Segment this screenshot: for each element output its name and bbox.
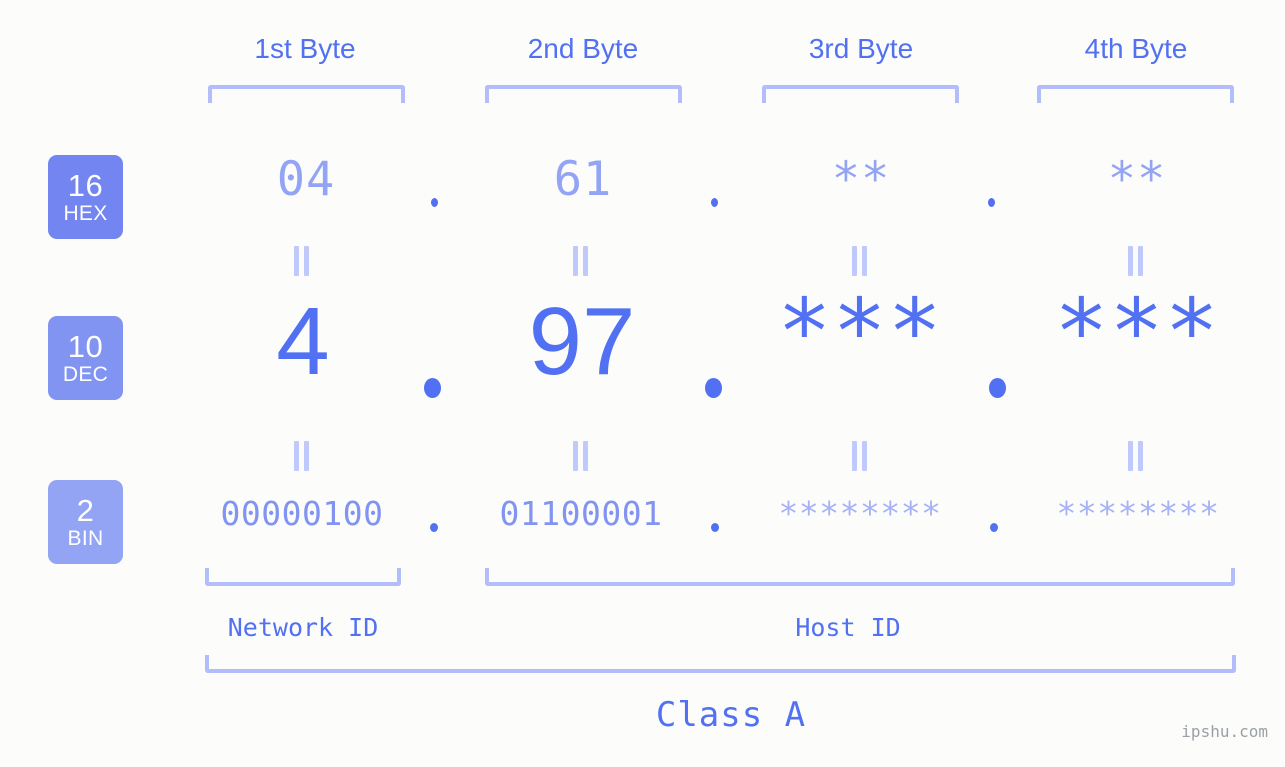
radix-badge-bin-number: 2	[76, 493, 95, 528]
dec-byte-1: 4	[276, 288, 330, 395]
dec-byte-4: ***	[1054, 280, 1220, 385]
dec-separator-dot-3	[989, 378, 1006, 398]
equivalence-mark-dec-bin-4	[1127, 441, 1145, 471]
network-id-bracket	[205, 568, 401, 586]
equivalence-mark-hex-dec-1	[293, 246, 311, 276]
radix-badge-hex: 16 HEX	[48, 155, 123, 239]
class-label: Class A	[655, 695, 807, 735]
hex-separator-dot-3	[988, 198, 995, 207]
hex-byte-3: **	[831, 152, 891, 207]
byte-header-1: 1st Byte	[254, 33, 356, 64]
byte-bracket-1	[208, 85, 405, 103]
radix-badge-dec-number: 10	[67, 329, 104, 364]
byte-bracket-2	[485, 85, 682, 103]
bin-separator-dot-1	[430, 523, 438, 532]
bin-byte-1: 00000100	[220, 494, 384, 533]
hex-separator-dot-1	[431, 198, 438, 207]
host-id-label: Host ID	[795, 613, 901, 642]
hex-separator-dot-2	[711, 198, 718, 207]
equivalence-mark-dec-bin-3	[851, 441, 869, 471]
byte-bracket-3	[762, 85, 959, 103]
bin-separator-dot-2	[711, 523, 719, 532]
byte-header-3: 3rd Byte	[808, 33, 914, 64]
hex-byte-1: 04	[276, 152, 336, 207]
dec-byte-3: ***	[777, 280, 943, 385]
site-watermark: ipshu.com	[1181, 722, 1268, 741]
ip-byte-breakdown-diagram: 1st Byte 2nd Byte 3rd Byte 4th Byte 16 H…	[0, 0, 1285, 767]
hex-byte-2: 61	[553, 152, 613, 207]
radix-badge-bin-tag: BIN	[67, 527, 104, 550]
byte-bracket-4	[1037, 85, 1234, 103]
radix-badge-hex-tag: HEX	[63, 202, 108, 225]
byte-header-4: 4th Byte	[1084, 33, 1188, 64]
hex-byte-4: **	[1107, 152, 1167, 207]
byte-header-2: 2nd Byte	[527, 33, 639, 64]
bin-byte-3: ********	[778, 494, 942, 533]
equivalence-mark-hex-dec-3	[851, 246, 869, 276]
bin-separator-dot-3	[990, 523, 998, 532]
dec-separator-dot-2	[705, 378, 722, 398]
network-id-label: Network ID	[227, 613, 379, 642]
radix-badge-bin: 2 BIN	[48, 480, 123, 564]
equivalence-mark-hex-dec-2	[572, 246, 590, 276]
equivalence-mark-dec-bin-1	[293, 441, 311, 471]
bin-byte-4: ********	[1056, 494, 1220, 533]
radix-badge-dec: 10 DEC	[48, 316, 123, 400]
radix-badge-dec-tag: DEC	[62, 363, 109, 386]
dec-separator-dot-1	[424, 378, 441, 398]
equivalence-mark-hex-dec-4	[1127, 246, 1145, 276]
class-bracket	[205, 655, 1236, 673]
host-id-bracket	[485, 568, 1235, 586]
equivalence-mark-dec-bin-2	[572, 441, 590, 471]
dec-byte-2: 97	[528, 288, 636, 395]
radix-badge-hex-number: 16	[67, 168, 104, 203]
bin-byte-2: 01100001	[499, 494, 663, 533]
